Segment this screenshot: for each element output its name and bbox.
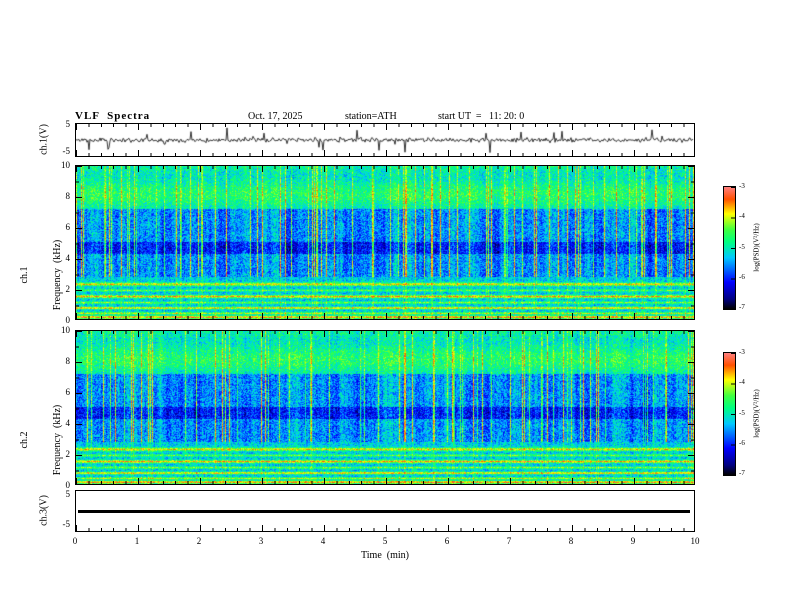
x-tick-label: 0 bbox=[72, 536, 78, 546]
ch3v-tick-label: -5 bbox=[62, 519, 71, 529]
figure-start-ut: start UT = 11: 20: 0 bbox=[438, 111, 525, 122]
ch2-spectrogram-image bbox=[76, 331, 694, 484]
x-tick-label: 9 bbox=[630, 536, 636, 546]
freq-tick-label: 8 bbox=[65, 191, 71, 201]
colorbar bbox=[723, 186, 736, 310]
x-tick-label: 5 bbox=[382, 536, 388, 546]
figure-station: station=ATH bbox=[345, 111, 397, 122]
freq-tick-label: 10 bbox=[61, 160, 70, 170]
figure-date: Oct. 17, 2025 bbox=[248, 111, 303, 122]
ch3-flat-trace bbox=[78, 510, 690, 513]
ch1-voltage-axis-label: ch.1(V) bbox=[38, 124, 50, 155]
x-tick-label: 6 bbox=[444, 536, 450, 546]
x-tick-label: 8 bbox=[568, 536, 574, 546]
figure-title: VLF Spectra bbox=[75, 110, 151, 122]
ch1v-tick-label: 5 bbox=[65, 119, 71, 129]
ch1-spectrogram-image bbox=[76, 166, 694, 319]
colorbar-axis-label: log(PSD)(V²/Hz) bbox=[752, 223, 761, 272]
vlf-spectra-figure: VLF Spectra Oct. 17, 2025 station=ATH st… bbox=[0, 0, 792, 612]
colorbar-tick-marks bbox=[731, 353, 735, 475]
ch1-axis-line1: ch.1 bbox=[19, 266, 30, 284]
colorbar-axis-label: log(PSD)(V²/Hz) bbox=[752, 389, 761, 438]
x-tick-label: 10 bbox=[690, 536, 700, 546]
ch1-waveform-trace bbox=[76, 124, 694, 156]
colorbar-tick-label: -7 bbox=[739, 469, 745, 477]
panel-ch2-spectrogram bbox=[75, 330, 695, 485]
colorbar-tick-label: -6 bbox=[739, 439, 745, 447]
colorbar-tick-label: -5 bbox=[739, 243, 745, 251]
colorbar-tick-label: -3 bbox=[739, 182, 745, 190]
panel-ch3-waveform bbox=[75, 490, 695, 532]
panel-ch1-waveform bbox=[75, 123, 695, 157]
ch1-axis-line2: Frequency (kHz) bbox=[52, 239, 63, 311]
x-axis-label: Time (min) bbox=[361, 550, 409, 561]
colorbar-tick-label: -5 bbox=[739, 409, 745, 417]
ch3-voltage-axis-label: ch.3(V) bbox=[38, 495, 50, 526]
ch2-axis-line2: Frequency (kHz) bbox=[52, 404, 63, 476]
freq-tick-label: 8 bbox=[65, 356, 71, 366]
colorbar-tick-label: -6 bbox=[739, 273, 745, 281]
ch3v-tick-label: 5 bbox=[65, 489, 71, 499]
x-tick-label: 2 bbox=[196, 536, 202, 546]
ch2-axis-line1: ch.2 bbox=[19, 431, 30, 449]
x-tick-label: 7 bbox=[506, 536, 512, 546]
x-tick-label: 3 bbox=[258, 536, 264, 546]
colorbar-tick-label: -4 bbox=[739, 378, 745, 386]
panel-ch1-spectrogram bbox=[75, 165, 695, 320]
colorbar-tick-label: -3 bbox=[739, 348, 745, 356]
x-tick-marks bbox=[76, 525, 694, 531]
colorbar-tick-marks bbox=[731, 187, 735, 309]
colorbar bbox=[723, 352, 736, 476]
x-tick-label: 1 bbox=[134, 536, 140, 546]
colorbar-tick-label: -7 bbox=[739, 303, 745, 311]
freq-tick-label: 10 bbox=[61, 325, 70, 335]
ch1v-tick-label: -5 bbox=[62, 146, 71, 156]
colorbar-tick-label: -4 bbox=[739, 212, 745, 220]
x-tick-label: 4 bbox=[320, 536, 326, 546]
ch1-frequency-axis-label: ch.1 Frequency (kHz) bbox=[0, 210, 85, 340]
